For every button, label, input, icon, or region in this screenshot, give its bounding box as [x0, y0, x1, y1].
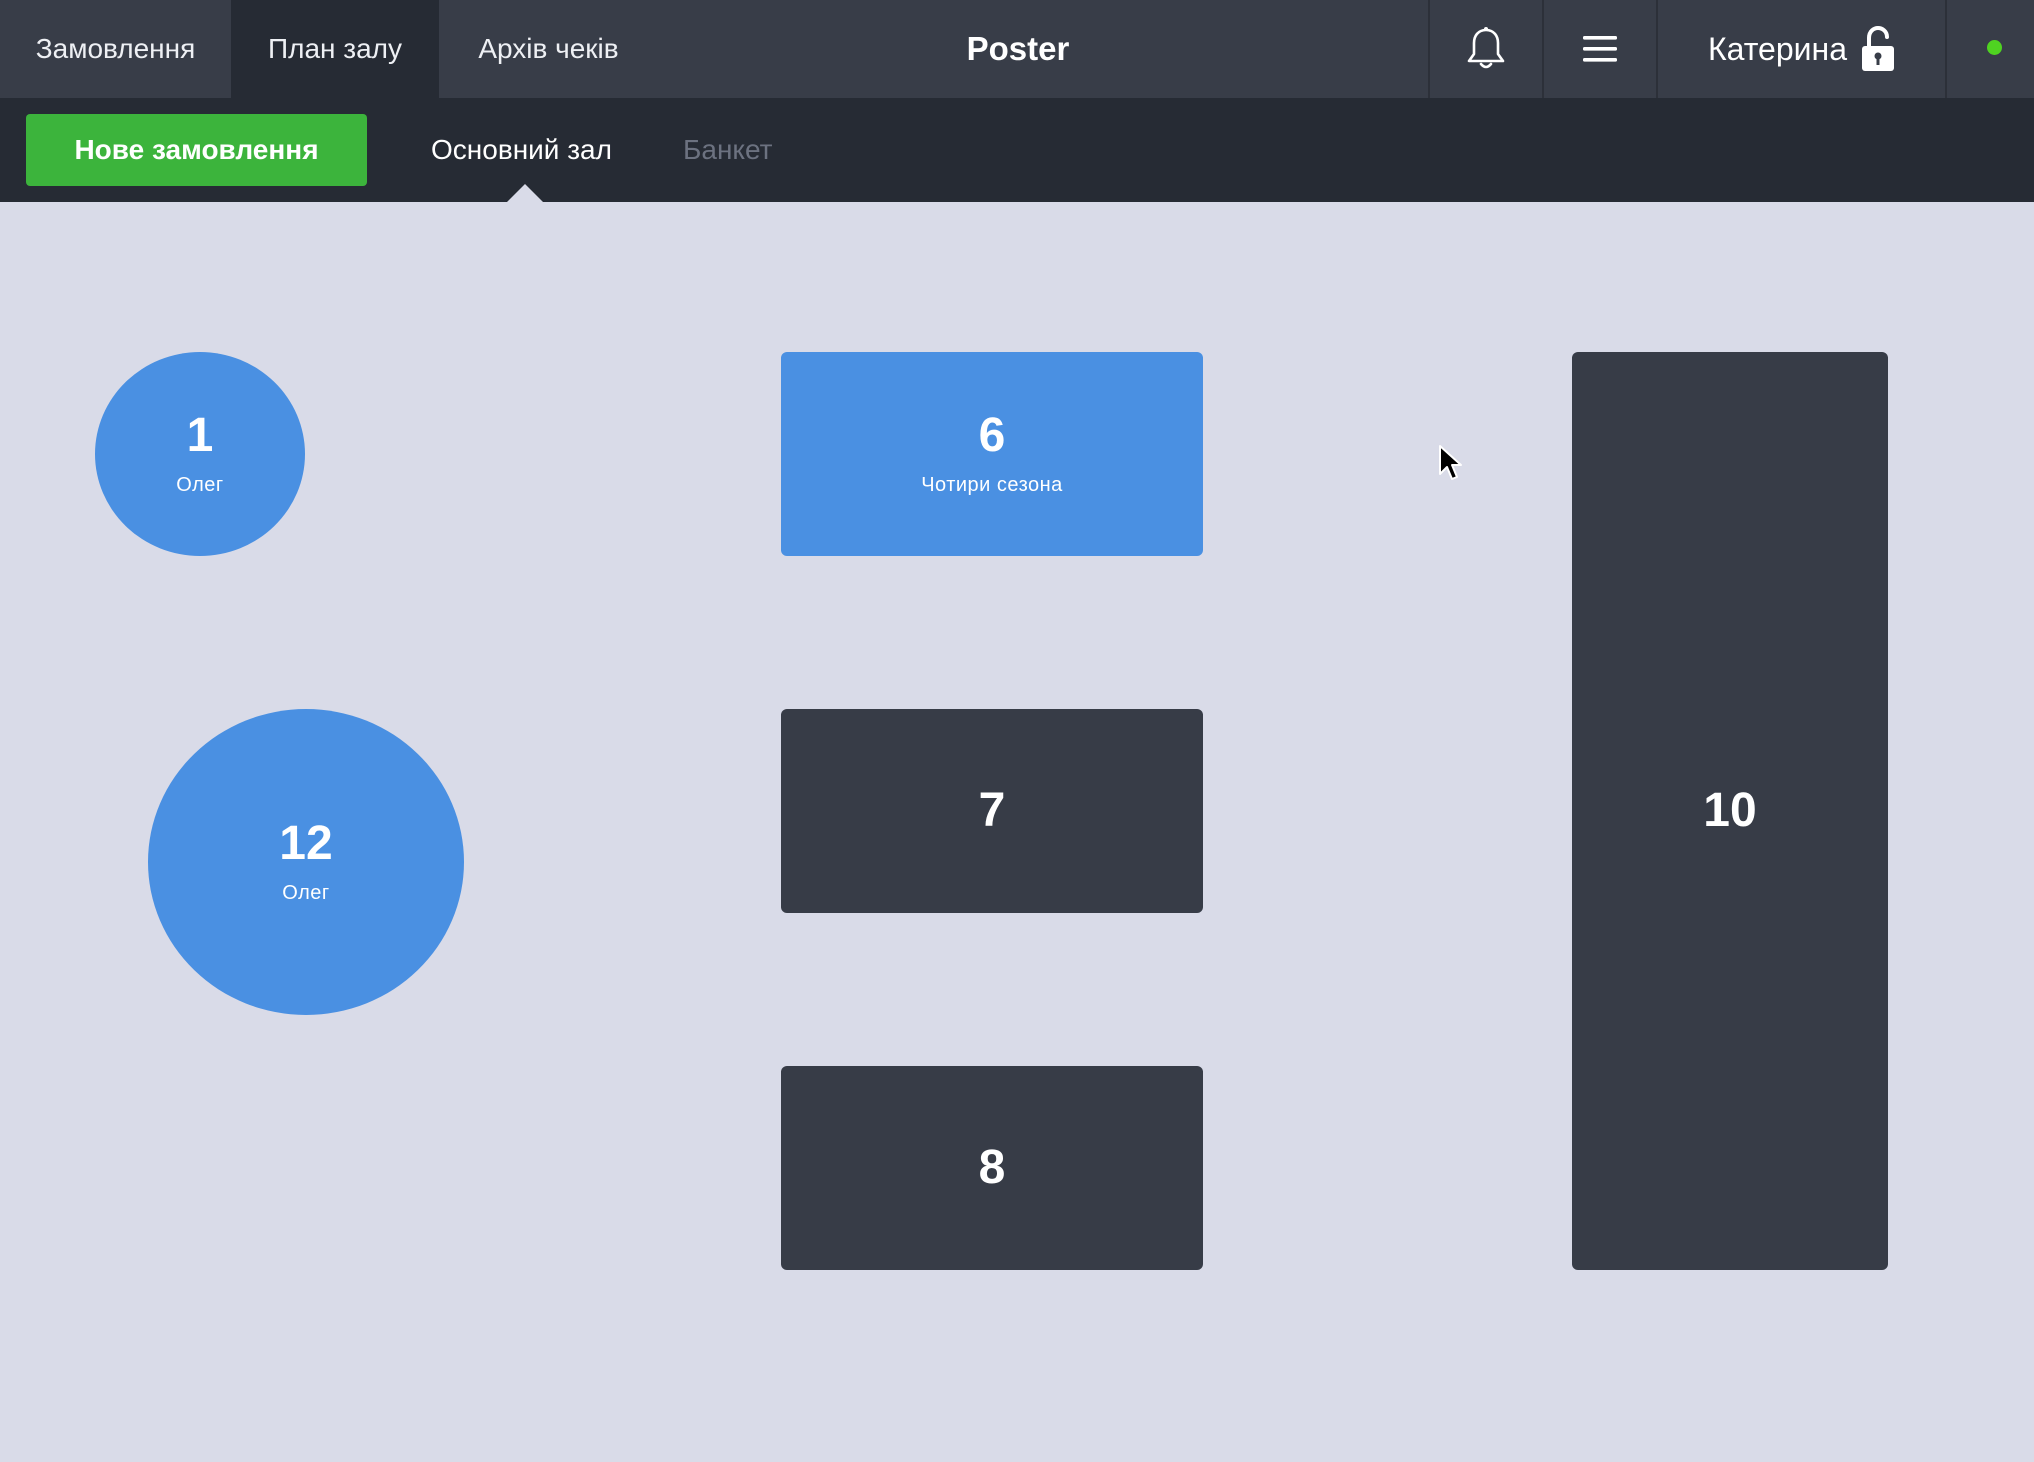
table-1[interactable]: 1 Олег — [95, 352, 305, 556]
new-order-button[interactable]: Нове замовлення — [26, 114, 367, 186]
menu-button[interactable] — [1542, 0, 1656, 98]
menu-icon — [1583, 36, 1617, 62]
table-waiter: Олег — [282, 881, 330, 904]
user-lock-button[interactable]: Катерина — [1656, 0, 1945, 98]
table-6[interactable]: 6 Чотири сезона — [781, 352, 1203, 556]
table-number: 8 — [978, 1141, 1006, 1194]
tab-receipts-archive[interactable]: Архів чеків — [439, 0, 658, 98]
floor-plan: 1 Олег 12 Олег 6 Чотири сезона 7 8 10 — [0, 202, 2034, 1462]
table-number: 6 — [978, 408, 1006, 462]
tab-orders[interactable]: Замовлення — [0, 0, 231, 98]
table-guest: Чотири сезона — [921, 473, 1063, 496]
top-bar: Замовлення План залу Архів чеків Poster … — [0, 0, 2034, 98]
bell-icon — [1467, 27, 1505, 69]
table-number: 12 — [279, 816, 333, 870]
tab-hall-plan[interactable]: План залу — [231, 0, 439, 98]
table-8[interactable]: 8 — [781, 1066, 1203, 1270]
table-10[interactable]: 10 — [1572, 352, 1888, 1270]
table-7[interactable]: 7 — [781, 709, 1203, 913]
hall-bar: Нове замовлення Основний зал Банкет — [0, 98, 2034, 202]
active-hall-indicator — [507, 184, 543, 202]
brand-title: Poster — [966, 30, 1070, 67]
table-number: 1 — [186, 408, 214, 462]
table-number: 10 — [1703, 784, 1757, 837]
mouse-cursor-icon — [1439, 445, 1462, 480]
unlock-icon — [1861, 26, 1894, 71]
online-status-dot — [1987, 40, 2002, 55]
table-waiter: Олег — [176, 473, 224, 496]
table-number: 7 — [978, 784, 1006, 837]
notifications-button[interactable] — [1428, 0, 1542, 98]
hall-tab-banquet[interactable]: Банкет — [683, 98, 772, 202]
table-12[interactable]: 12 Олег — [148, 709, 464, 1015]
user-name: Катерина — [1708, 30, 1847, 67]
